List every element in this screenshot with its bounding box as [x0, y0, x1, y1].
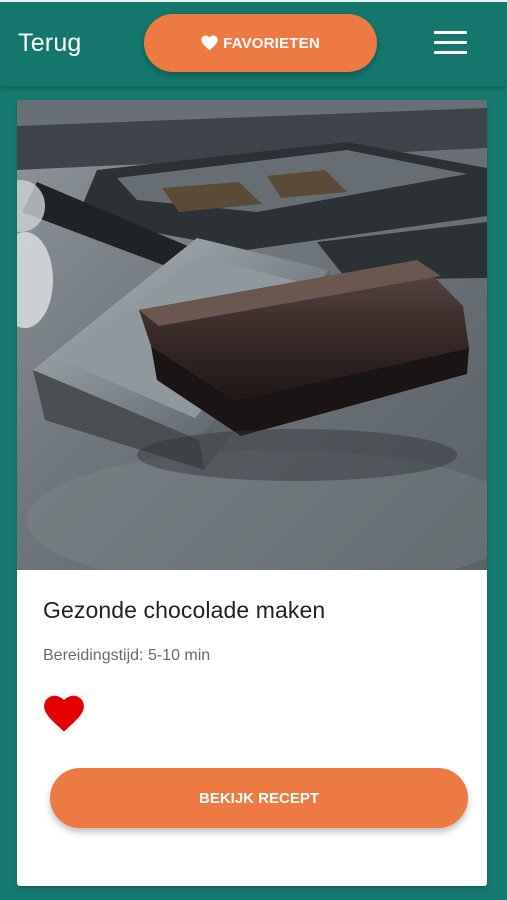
favorites-button-label: FAVORIETEN — [223, 34, 320, 52]
hamburger-menu-icon[interactable] — [434, 31, 468, 55]
top-bar: Terug FAVORIETEN — [0, 0, 507, 86]
recipe-image — [17, 100, 487, 570]
recipe-title: Gezonde chocolade maken — [43, 597, 326, 623]
app: Terug FAVORIETEN Gezonde chocolade maken… — [0, 0, 507, 900]
heart-icon[interactable] — [43, 695, 85, 733]
menu-line — [434, 51, 467, 54]
view-recipe-button[interactable]: BEKIJK RECEPT — [50, 768, 468, 828]
recipe-card: Gezonde chocolade maken Bereidingstijd: … — [17, 100, 487, 886]
menu-line — [434, 41, 467, 44]
prep-time: Bereidingstijd: 5-10 min — [43, 647, 211, 664]
back-link[interactable]: Terug — [18, 27, 82, 59]
menu-line — [434, 31, 467, 34]
favorites-button[interactable]: FAVORIETEN — [144, 14, 377, 72]
heart-icon — [201, 35, 218, 51]
